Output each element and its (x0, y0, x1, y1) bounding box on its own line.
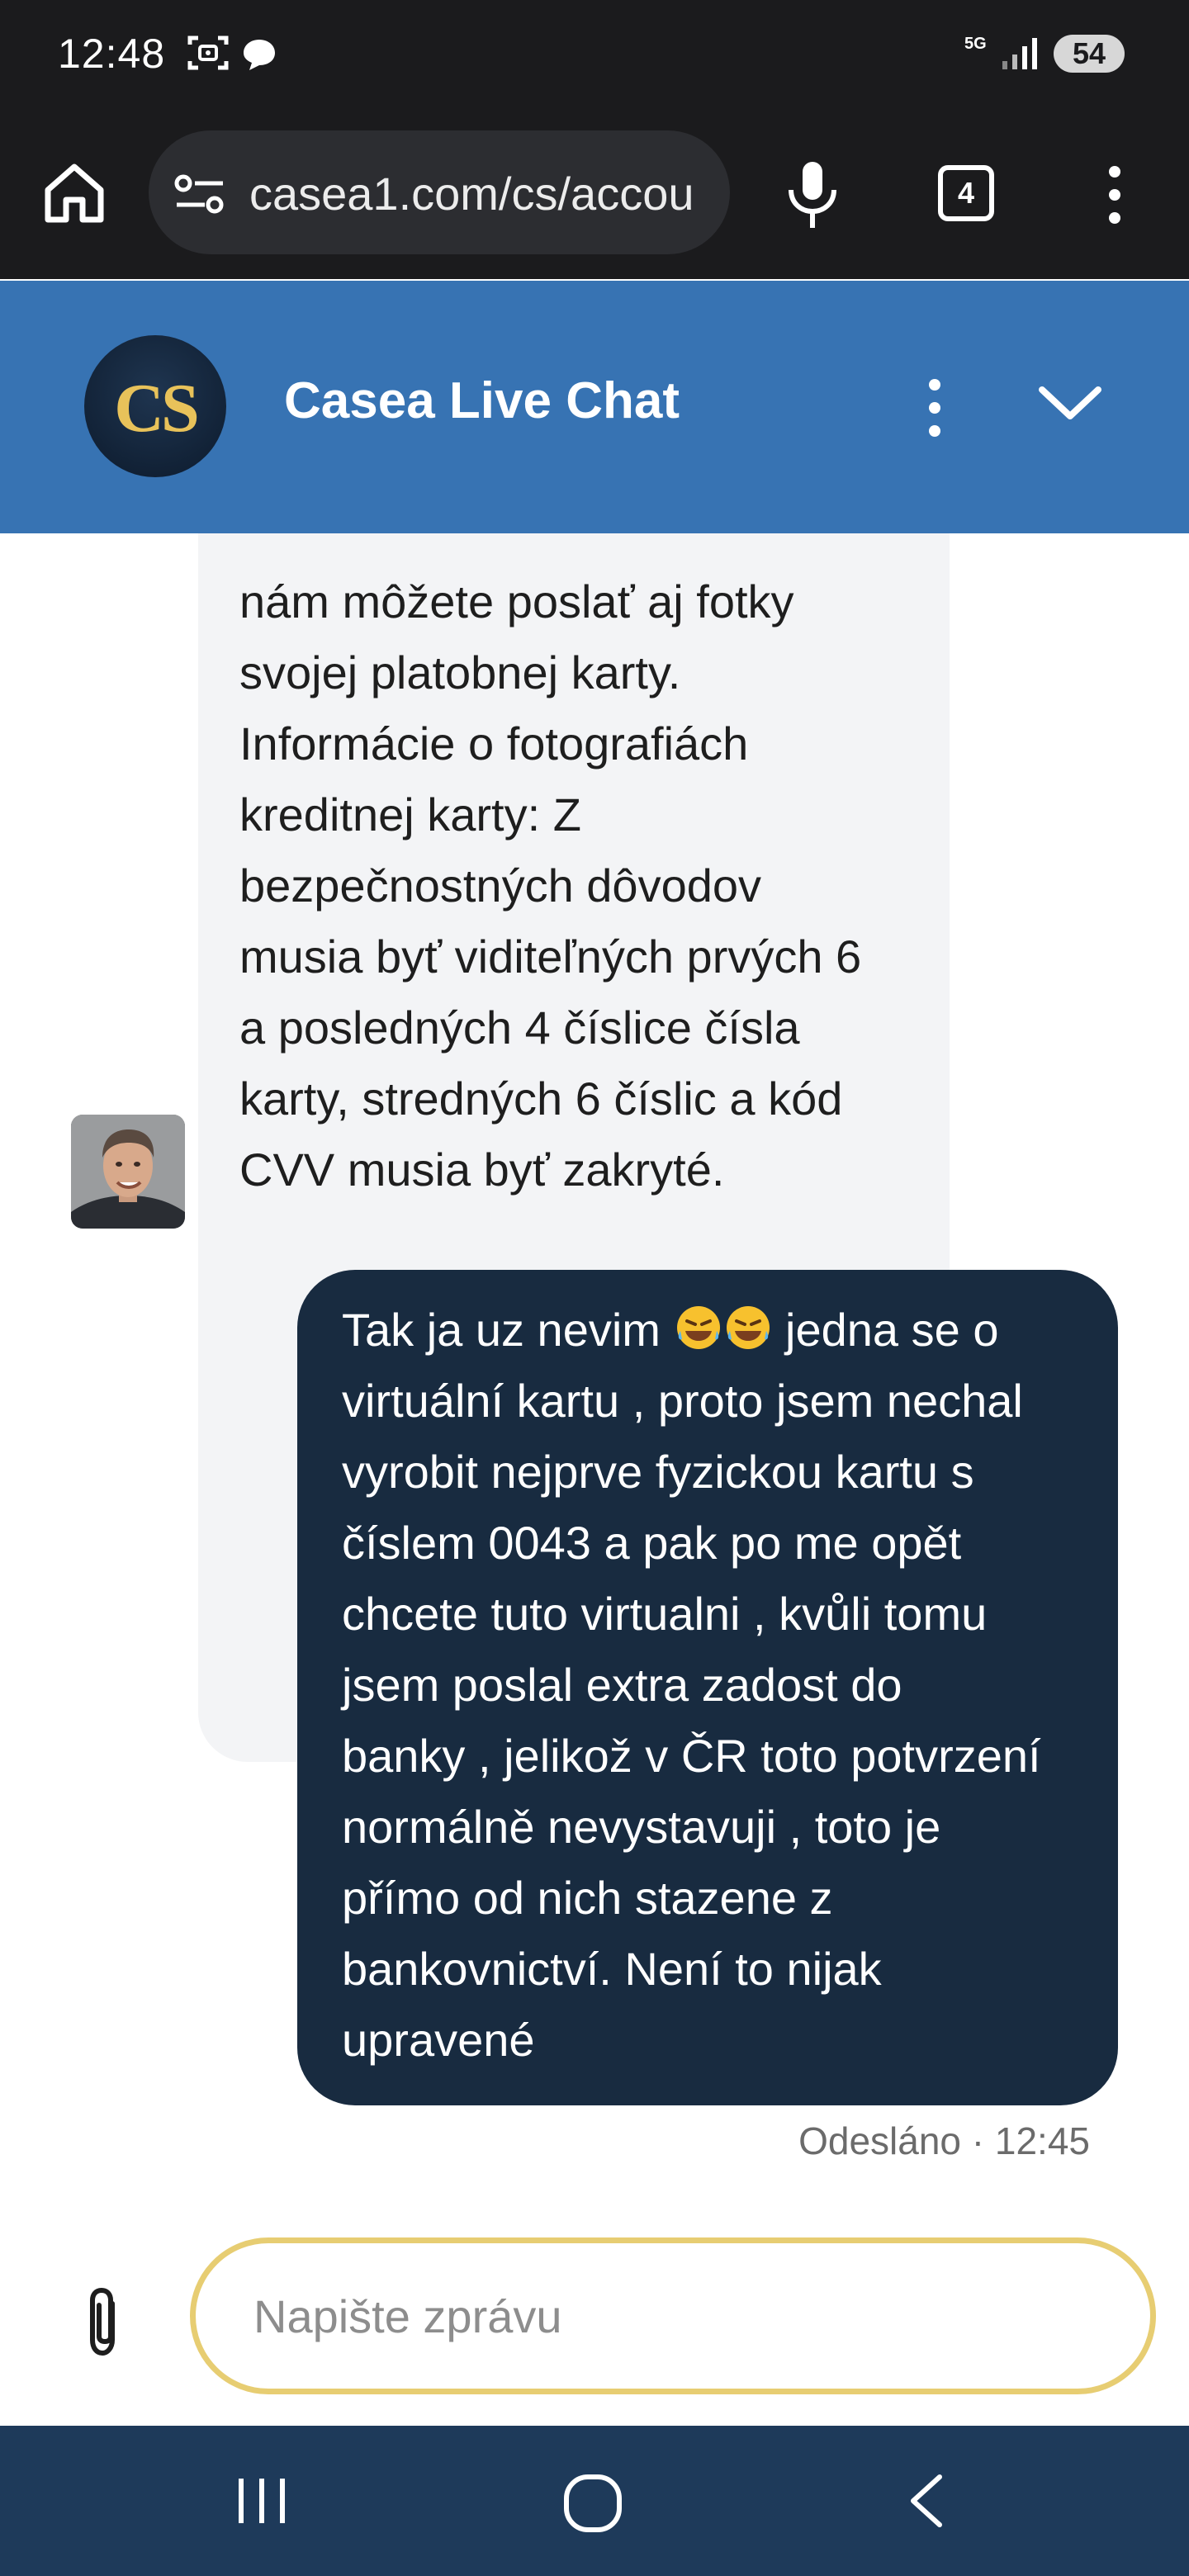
paperclip-icon[interactable] (79, 2285, 129, 2360)
chat-notification-icon (244, 40, 275, 70)
message-line: bankovnictví. Není to nijak (342, 1943, 882, 1995)
browser-toolbar: casea1.com/cs/accou 4 (0, 111, 1189, 279)
address-bar[interactable]: casea1.com/cs/accou (149, 130, 730, 254)
message-composer (0, 2223, 1189, 2426)
message-line: CVV musia byť zakryté. (239, 1144, 725, 1196)
message-line: Tak ja uz nevim jedna se o (342, 1303, 998, 1357)
message-line: číslem 0043 a pak po me opět (342, 1517, 962, 1569)
site-settings-icon[interactable] (173, 173, 226, 215)
status-time: 12:48 (58, 31, 166, 77)
message-line: musia byť viditeľných prvých 6 (239, 930, 862, 983)
message-line: a posledných 4 číslice čísla (239, 1002, 800, 1054)
message-line: svojej platobnej karty. (239, 646, 681, 698)
message-text: jedna se o (772, 1304, 999, 1356)
message-line: Informácie o fotografiách (239, 717, 749, 769)
message-list[interactable]: nám môžete poslať aj fotky svojej platob… (0, 533, 1189, 2223)
screenshot-icon (187, 36, 229, 70)
message-line: karty, stredných 6 číslic a kód (239, 1073, 843, 1125)
url-text: casea1.com/cs/accou (249, 168, 694, 220)
message-line: chcete tuto virtualni , kvůli tomu (342, 1588, 988, 1640)
message-sent-status: Odesláno · 12:45 (798, 2119, 1090, 2162)
laughing-emoji-icon (674, 1304, 773, 1356)
message-text: Tak ja uz nevim (342, 1304, 674, 1356)
network-type: 5G (964, 35, 987, 53)
tabs-icon[interactable]: 4 (938, 165, 994, 221)
mic-icon[interactable] (783, 159, 842, 233)
message-line: virtuální kartu , proto jsem nechal (342, 1375, 1023, 1427)
message-line: přímo od nich stazene z (342, 1872, 833, 1924)
home-circle-icon[interactable] (561, 2472, 624, 2535)
message-line: jsem poslal extra zadost do (342, 1659, 902, 1711)
back-icon[interactable] (903, 2472, 950, 2530)
message-line: vyrobit nejprve fyzickou kartu s (342, 1446, 974, 1498)
recent-apps-icon[interactable] (234, 2472, 289, 2530)
message-line: upravené (342, 2014, 535, 2066)
chat-menu-icon[interactable] (918, 373, 951, 443)
chevron-down-icon[interactable] (1035, 378, 1105, 428)
message-input[interactable] (190, 2237, 1156, 2394)
chat-header: CS Casea Live Chat (0, 281, 1189, 533)
agent-avatar (71, 1115, 185, 1229)
chat-title: Casea Live Chat (284, 372, 680, 429)
message-line: bezpečnostných dôvodov (239, 859, 761, 912)
battery-icon: 54 (1054, 35, 1125, 73)
more-vert-icon[interactable] (1098, 162, 1131, 228)
status-bar: 12:48 5G 54 (0, 0, 1189, 111)
message-line: normálně nevystavuji , toto je (342, 1801, 941, 1853)
message-line: kreditnej karty: Z (239, 788, 581, 841)
casea-logo: CS (84, 335, 226, 477)
message-line: nám môžete poslať aj fotky (239, 575, 794, 627)
system-nav-bar (0, 2426, 1189, 2576)
home-icon[interactable] (41, 160, 107, 226)
logo-text: CS (114, 370, 199, 447)
user-message-bubble: Tak ja uz nevim jedna se o virtuální kar… (297, 1270, 1118, 2105)
message-line: banky , jelikož v ČR toto potvrzení (342, 1730, 1041, 1782)
agent-photo (71, 1115, 185, 1229)
signal-icon (1002, 38, 1037, 69)
